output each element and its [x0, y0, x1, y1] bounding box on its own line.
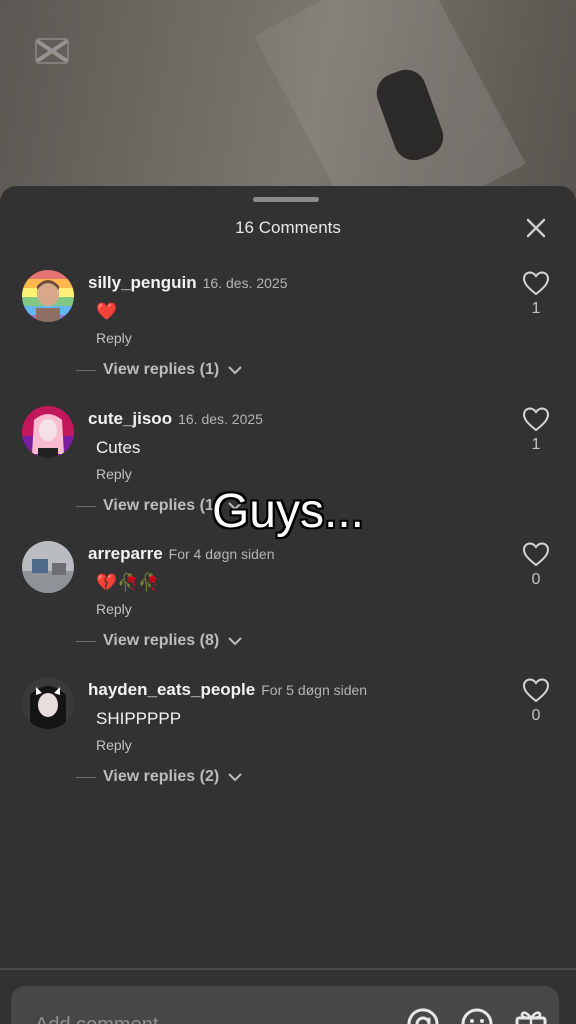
comment-time: 16. des. 2025 — [202, 275, 288, 291]
comment-username-line[interactable]: silly_penguin 16. des. 2025 — [88, 273, 288, 293]
comment-username-line[interactable]: arreparre For 4 døgn siden — [88, 544, 275, 564]
close-icon[interactable] — [522, 214, 550, 242]
chevron-down-icon — [228, 773, 242, 782]
divider-line — [76, 640, 96, 642]
comments-sheet: 16 Comments silly_penguin 16. des. 2025 ❤… — [0, 186, 576, 1024]
username[interactable]: arreparre — [88, 544, 163, 563]
comments-title: 16 Comments — [235, 218, 341, 237]
input-divider — [0, 968, 576, 970]
comment-username-line[interactable]: cute_jisoo 16. des. 2025 — [88, 409, 263, 429]
comment-time: For 5 døgn siden — [261, 682, 368, 698]
reply-button[interactable]: Reply — [96, 601, 132, 617]
username[interactable]: cute_jisoo — [88, 409, 172, 428]
comment-input[interactable]: Add comment... — [11, 986, 559, 1024]
divider-line — [76, 369, 96, 371]
avatar[interactable] — [22, 270, 74, 322]
video-caption: Guys... — [211, 485, 365, 538]
chevron-down-icon — [228, 366, 242, 375]
comment-item: hayden_eats_people For 5 døgn siden SHIPP… — [0, 677, 576, 797]
divider-line — [76, 776, 96, 778]
chevron-down-icon — [228, 637, 242, 646]
avatar[interactable] — [22, 541, 74, 593]
comment-item: arreparre For 4 døgn siden 💔🥀🥀 Reply View… — [0, 541, 576, 661]
heart-icon[interactable] — [522, 677, 550, 703]
heart-icon[interactable] — [522, 406, 550, 432]
view-replies-button[interactable]: View replies (8) — [76, 632, 243, 650]
like-count: 1 — [531, 436, 541, 453]
emoji-icon[interactable] — [459, 1006, 495, 1024]
view-replies-button[interactable]: View replies (2) — [76, 768, 243, 786]
heart-icon[interactable] — [522, 541, 550, 567]
like-count: 0 — [531, 707, 541, 724]
username[interactable]: silly_penguin — [88, 273, 197, 292]
like-count: 1 — [531, 300, 541, 317]
comment-text: 💔🥀🥀 — [96, 573, 160, 592]
view-replies-label: View replies (2) — [103, 768, 220, 785]
comment-time: 16. des. 2025 — [178, 411, 263, 427]
video-background — [0, 0, 576, 200]
avatar[interactable] — [22, 677, 74, 729]
reply-button[interactable]: Reply — [96, 466, 132, 482]
reply-button[interactable]: Reply — [96, 737, 132, 753]
comment-text: SHIPPPPP — [96, 709, 182, 728]
username[interactable]: hayden_eats_people — [88, 680, 255, 699]
gift-icon[interactable] — [513, 1006, 549, 1024]
comment-item: silly_penguin 16. des. 2025 ❤️ Reply View… — [0, 270, 576, 390]
capcut-icon — [35, 38, 69, 64]
view-replies-label: View replies (8) — [103, 632, 220, 649]
comment-time: For 4 døgn siden — [168, 546, 275, 562]
avatar[interactable] — [22, 406, 74, 458]
drag-handle[interactable] — [253, 197, 319, 202]
reply-button[interactable]: Reply — [96, 330, 132, 346]
view-replies-button[interactable]: View replies (1) — [76, 361, 243, 379]
comment-text: ❤️ — [96, 302, 118, 321]
comment-username-line[interactable]: hayden_eats_people For 5 døgn siden — [88, 680, 367, 700]
like-count: 0 — [531, 571, 541, 588]
comment-text: Cutes — [96, 438, 141, 457]
view-replies-label: View replies (1) — [103, 361, 220, 378]
mention-icon[interactable] — [405, 1006, 441, 1024]
comment-input-placeholder: Add comment... — [35, 1014, 175, 1024]
heart-icon[interactable] — [522, 270, 550, 296]
